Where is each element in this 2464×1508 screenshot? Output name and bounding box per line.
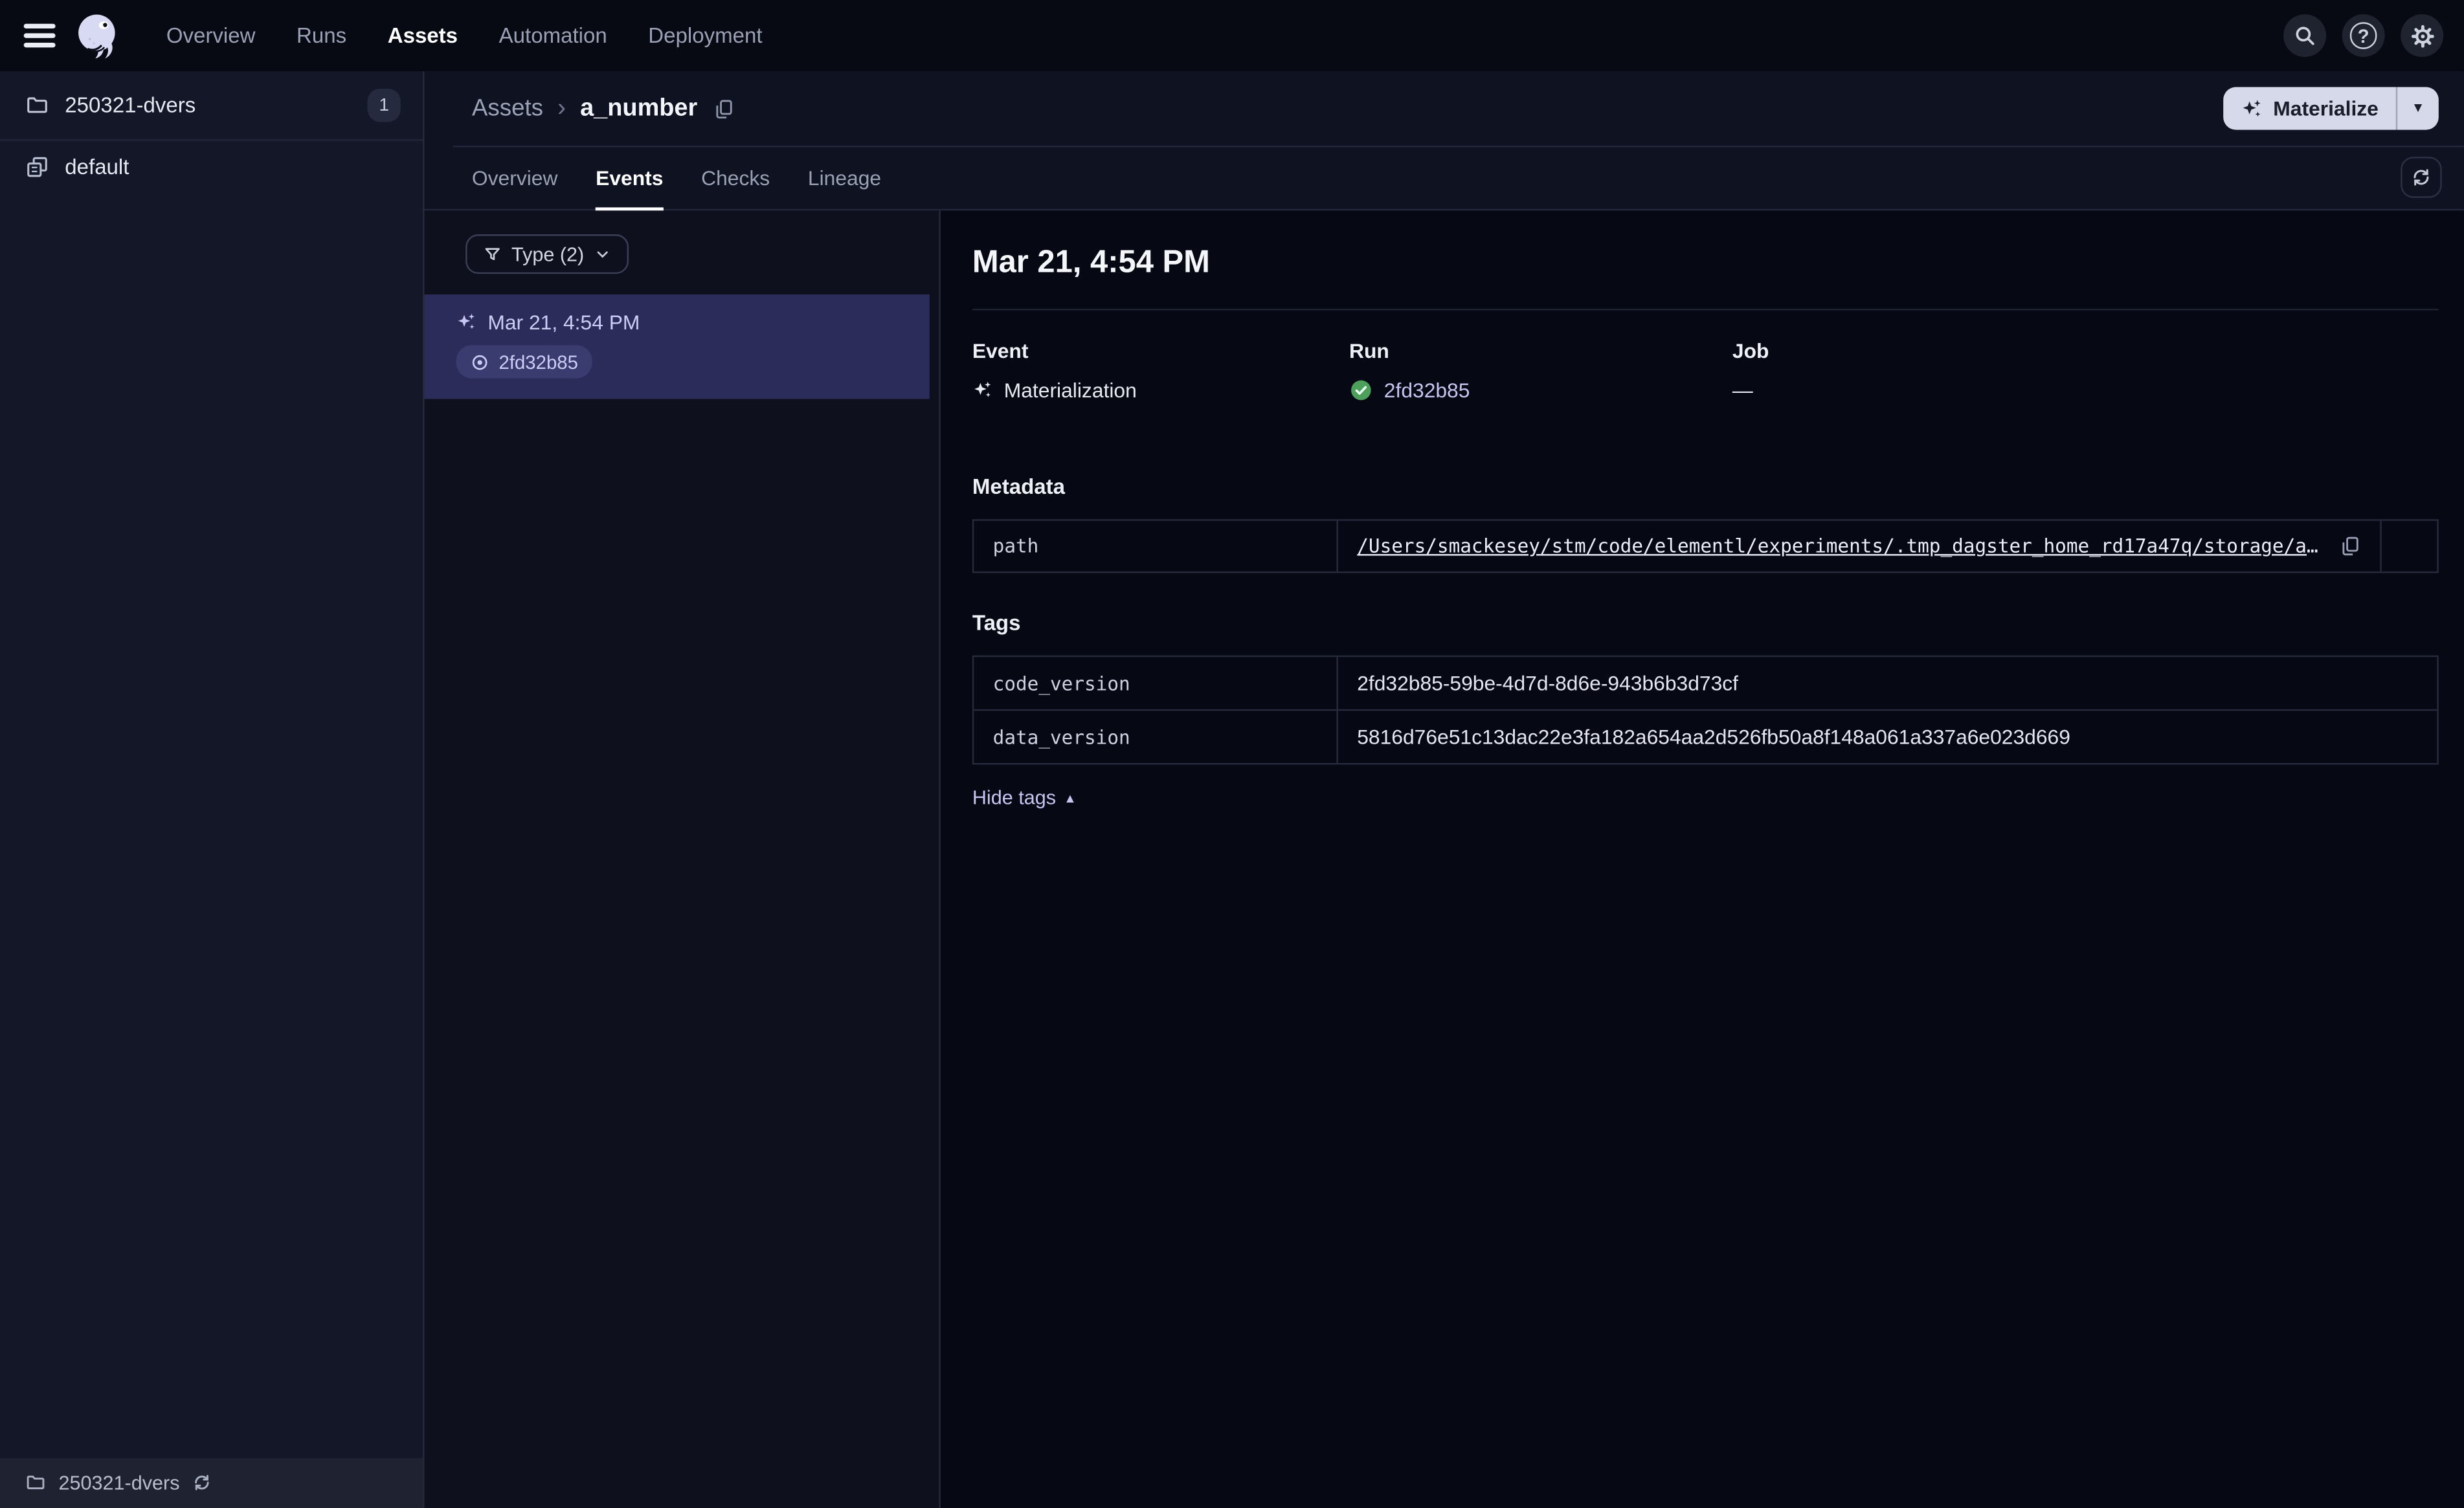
refresh-icon xyxy=(2414,169,2429,186)
metadata-path-link[interactable]: /Users/smackesey/stm/code/elementl/exper… xyxy=(1357,535,2323,557)
type-filter-button[interactable]: Type (2) xyxy=(465,234,629,274)
success-check-icon xyxy=(1351,380,1371,401)
top-navigation-bar: Overview Runs Assets Automation Deployme… xyxy=(0,0,2464,72)
materialize-button[interactable]: Materialize xyxy=(2223,87,2396,130)
chevron-down-icon xyxy=(597,251,608,258)
tags-heading: Tags xyxy=(972,611,1021,635)
event-list-panel: Type (2) Mar 21, 4:54 PM 2fd32b85 xyxy=(424,210,941,1508)
job-value: — xyxy=(1732,378,1753,403)
materialize-dropdown-button[interactable]: ▾ xyxy=(2397,87,2439,130)
caret-down-icon: ▾ xyxy=(2414,100,2423,118)
metadata-action-cell xyxy=(2380,520,2437,572)
sidebar-group-label: 250321-dvers xyxy=(65,93,196,118)
filter-icon xyxy=(485,247,500,260)
materialization-sparkle-icon xyxy=(458,313,475,329)
run-id-link[interactable]: 2fd32b85 xyxy=(1384,379,1470,403)
materialization-sparkle-icon xyxy=(974,381,991,397)
sidebar-count-badge: 1 xyxy=(367,88,401,122)
asset-page-header: Assets › a_number Materialize ▾ Overview… xyxy=(424,71,2464,211)
events-content: Type (2) Mar 21, 4:54 PM 2fd32b85 Mar 21… xyxy=(424,210,2464,1508)
menu-icon[interactable] xyxy=(23,23,56,48)
search-icon xyxy=(2296,27,2314,45)
sidebar-item-default[interactable]: default xyxy=(0,141,423,194)
event-list-item-selected[interactable]: Mar 21, 4:54 PM 2fd32b85 xyxy=(424,294,930,399)
hide-tags-link[interactable]: Hide tags ▲ xyxy=(972,787,1077,809)
metadata-heading: Metadata xyxy=(972,474,1065,499)
event-run-badge[interactable]: 2fd32b85 xyxy=(456,345,592,379)
breadcrumb-chevron-icon: › xyxy=(557,94,566,122)
dagster-logo[interactable] xyxy=(70,8,126,63)
event-detail-title: Mar 21, 4:54 PM xyxy=(972,245,1210,280)
metadata-table: path /Users/smackesey/stm/code/elementl/… xyxy=(972,519,2439,573)
tag-key: data_version xyxy=(974,711,1338,763)
tab-lineage[interactable]: Lineage xyxy=(808,147,881,210)
hide-tags-label: Hide tags xyxy=(972,786,1057,809)
tab-checks[interactable]: Checks xyxy=(701,147,770,210)
copy-icon xyxy=(717,99,733,118)
table-row: path /Users/smackesey/stm/code/elementl/… xyxy=(974,520,2437,572)
refresh-button[interactable] xyxy=(2401,157,2442,198)
copy-path-button[interactable] xyxy=(2339,535,2361,557)
detail-divider xyxy=(972,308,2439,311)
metadata-key: path xyxy=(974,520,1338,572)
run-column-header: Run xyxy=(1349,338,1389,363)
page-title: a_number xyxy=(580,94,698,122)
sidebar-footer-location[interactable]: 250321-dvers xyxy=(0,1457,423,1508)
breadcrumb-assets-link[interactable]: Assets xyxy=(472,95,543,122)
breadcrumb: Assets › a_number Materialize ▾ xyxy=(425,71,2464,146)
sidebar-item-group[interactable]: 250321-dvers 1 xyxy=(0,71,423,141)
event-run-id: 2fd32b85 xyxy=(498,350,578,373)
materialize-split-button: Materialize ▾ xyxy=(2222,87,2439,130)
gear-icon xyxy=(2410,24,2434,47)
sidebar-footer-label: 250321-dvers xyxy=(58,1471,180,1494)
app-window: Overview Runs Assets Automation Deployme… xyxy=(0,0,2464,1508)
tab-events[interactable]: Events xyxy=(596,147,664,211)
nav-item-deployment[interactable]: Deployment xyxy=(648,24,762,48)
materialize-sparkle-icon xyxy=(2242,99,2260,116)
nav-item-overview[interactable]: Overview xyxy=(166,24,256,48)
tags-table: code_version 2fd32b85-59be-4d7d-8d6e-943… xyxy=(972,655,2439,765)
caret-up-icon: ▲ xyxy=(1064,790,1077,805)
table-row: data_version 5816d76e51c13dac22e3fa182a6… xyxy=(974,709,2437,763)
asset-catalog-sidebar: 250321-dvers 1 default 250321-dvers xyxy=(0,71,425,1508)
event-column-header: Event xyxy=(972,338,1029,363)
primary-nav: Overview Runs Assets Automation Deployme… xyxy=(166,24,763,48)
sidebar-asset-group-label: default xyxy=(65,155,129,179)
nav-item-automation[interactable]: Automation xyxy=(499,24,607,48)
help-button[interactable]: ? xyxy=(2342,14,2385,58)
table-row: code_version 2fd32b85-59be-4d7d-8d6e-943… xyxy=(974,657,2437,709)
topbar-actions: ? xyxy=(2283,14,2444,58)
tag-value: 5816d76e51c13dac22e3fa182a654aa2d526fb50… xyxy=(1357,725,2070,749)
nav-item-runs[interactable]: Runs xyxy=(297,24,346,48)
event-type-value: Materialization xyxy=(1003,378,1137,403)
event-item-timestamp: Mar 21, 4:54 PM xyxy=(487,310,640,335)
copy-icon xyxy=(2342,537,2358,556)
tab-overview[interactable]: Overview xyxy=(472,147,558,210)
job-column-header: Job xyxy=(1732,338,1769,363)
event-detail-panel: Mar 21, 4:54 PM Event Materialization Ru… xyxy=(940,210,2464,1508)
materialize-button-label: Materialize xyxy=(2273,96,2379,120)
copy-asset-name-button[interactable] xyxy=(713,97,735,119)
search-button[interactable] xyxy=(2283,14,2327,58)
folder-icon xyxy=(27,1475,45,1490)
type-filter-label: Type (2) xyxy=(511,243,585,265)
settings-button[interactable] xyxy=(2401,14,2444,58)
tag-value: 2fd32b85-59be-4d7d-8d6e-943b6b3d73cf xyxy=(1357,671,1739,695)
tag-key: code_version xyxy=(974,657,1338,709)
run-status-icon xyxy=(472,354,487,370)
main-content: Assets › a_number Materialize ▾ Overview… xyxy=(424,71,2464,1508)
folder-icon xyxy=(27,97,47,113)
reload-icon[interactable] xyxy=(192,1472,213,1493)
help-icon: ? xyxy=(2350,22,2377,49)
event-summary-columns: Event Materialization Run 2fd32b85 Job — xyxy=(972,338,2439,402)
nav-item-assets[interactable]: Assets xyxy=(388,24,458,48)
asset-tabs: Overview Events Checks Lineage xyxy=(424,147,2464,211)
asset-group-icon xyxy=(27,157,47,177)
